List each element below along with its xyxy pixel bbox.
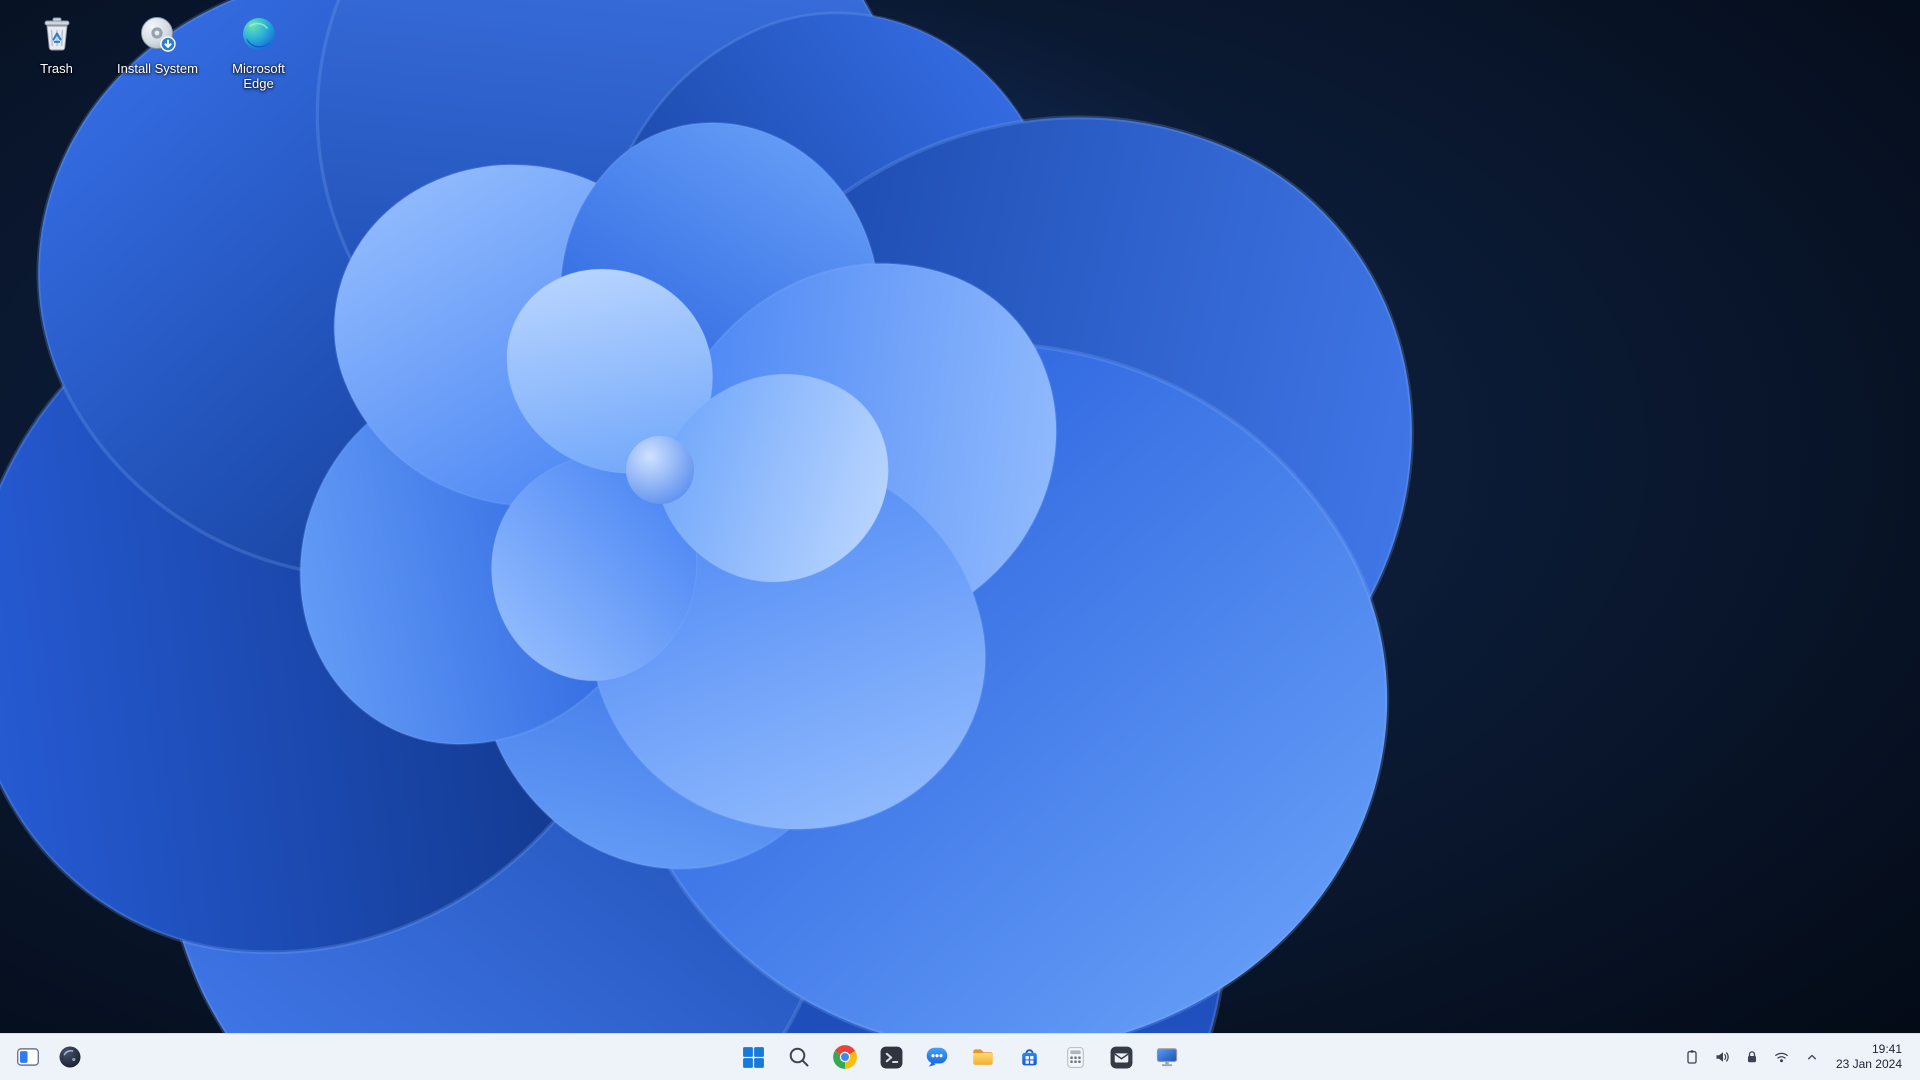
workspace-pager-icon xyxy=(17,1048,39,1066)
display-settings-button[interactable] xyxy=(1147,1037,1187,1077)
taskbar-left xyxy=(0,1039,88,1075)
assistant-orb-button[interactable] xyxy=(52,1039,88,1075)
chat-button[interactable] xyxy=(917,1037,957,1077)
system-tray: 19:41 23 Jan 2024 xyxy=(1678,1040,1920,1074)
workspace-pager-button[interactable] xyxy=(10,1039,46,1075)
start-icon xyxy=(742,1046,764,1068)
taskbar-center xyxy=(733,1037,1187,1077)
wifi-tray-button[interactable] xyxy=(1768,1040,1796,1074)
store-button[interactable] xyxy=(1009,1037,1049,1077)
volume-icon xyxy=(1716,1052,1729,1062)
trash-icon xyxy=(44,17,69,51)
desktop-icon-label: Trash xyxy=(40,61,73,76)
terminal-button[interactable] xyxy=(871,1037,911,1077)
assistant-orb-icon xyxy=(59,1046,81,1068)
terminal-icon xyxy=(880,1046,902,1068)
clock-time: 19:41 xyxy=(1871,1042,1902,1056)
start-button[interactable] xyxy=(733,1037,773,1077)
chevron-up-icon xyxy=(1807,1054,1816,1060)
tray-expand-button[interactable] xyxy=(1798,1040,1826,1074)
lock-tray-button[interactable] xyxy=(1738,1040,1766,1074)
browser-button[interactable] xyxy=(825,1037,865,1077)
desktop-icon-trash[interactable]: Trash xyxy=(6,10,107,92)
desktop: Trash Install System Microsoft Edge 19:4… xyxy=(0,0,1920,1080)
desktop-icon-row: Trash Install System Microsoft Edge xyxy=(6,10,309,92)
wallpaper-bloom xyxy=(0,0,1920,1080)
lock-icon xyxy=(1747,1051,1756,1063)
desktop-icon-label: Microsoft Edge xyxy=(232,61,285,92)
display-settings-icon xyxy=(1156,1048,1178,1067)
mail-icon xyxy=(1110,1046,1132,1068)
clipboard-tray-button[interactable] xyxy=(1678,1040,1706,1074)
file-explorer-button[interactable] xyxy=(963,1037,1003,1077)
calculator-button[interactable] xyxy=(1055,1037,1095,1077)
search-button[interactable] xyxy=(779,1037,819,1077)
taskbar: 19:41 23 Jan 2024 xyxy=(0,1033,1920,1080)
volume-tray-button[interactable] xyxy=(1708,1040,1736,1074)
search-icon xyxy=(789,1047,809,1067)
clock-date: 23 Jan 2024 xyxy=(1835,1057,1902,1071)
desktop-icon-install-system[interactable]: Install System xyxy=(107,10,208,92)
clock[interactable]: 19:41 23 Jan 2024 xyxy=(1828,1040,1904,1074)
microsoft-edge-icon xyxy=(242,18,275,50)
store-icon xyxy=(1021,1048,1037,1065)
file-explorer-icon xyxy=(973,1049,993,1065)
desktop-icon-label: Install System xyxy=(117,61,198,76)
calculator-icon xyxy=(1066,1046,1084,1068)
mail-button[interactable] xyxy=(1101,1037,1141,1077)
desktop-icon-microsoft-edge[interactable]: Microsoft Edge xyxy=(208,10,309,92)
chat-icon xyxy=(926,1047,948,1067)
wifi-icon xyxy=(1775,1052,1789,1063)
install-system-icon xyxy=(140,17,176,52)
clipboard-icon xyxy=(1687,1050,1697,1064)
browser-icon xyxy=(833,1045,857,1069)
